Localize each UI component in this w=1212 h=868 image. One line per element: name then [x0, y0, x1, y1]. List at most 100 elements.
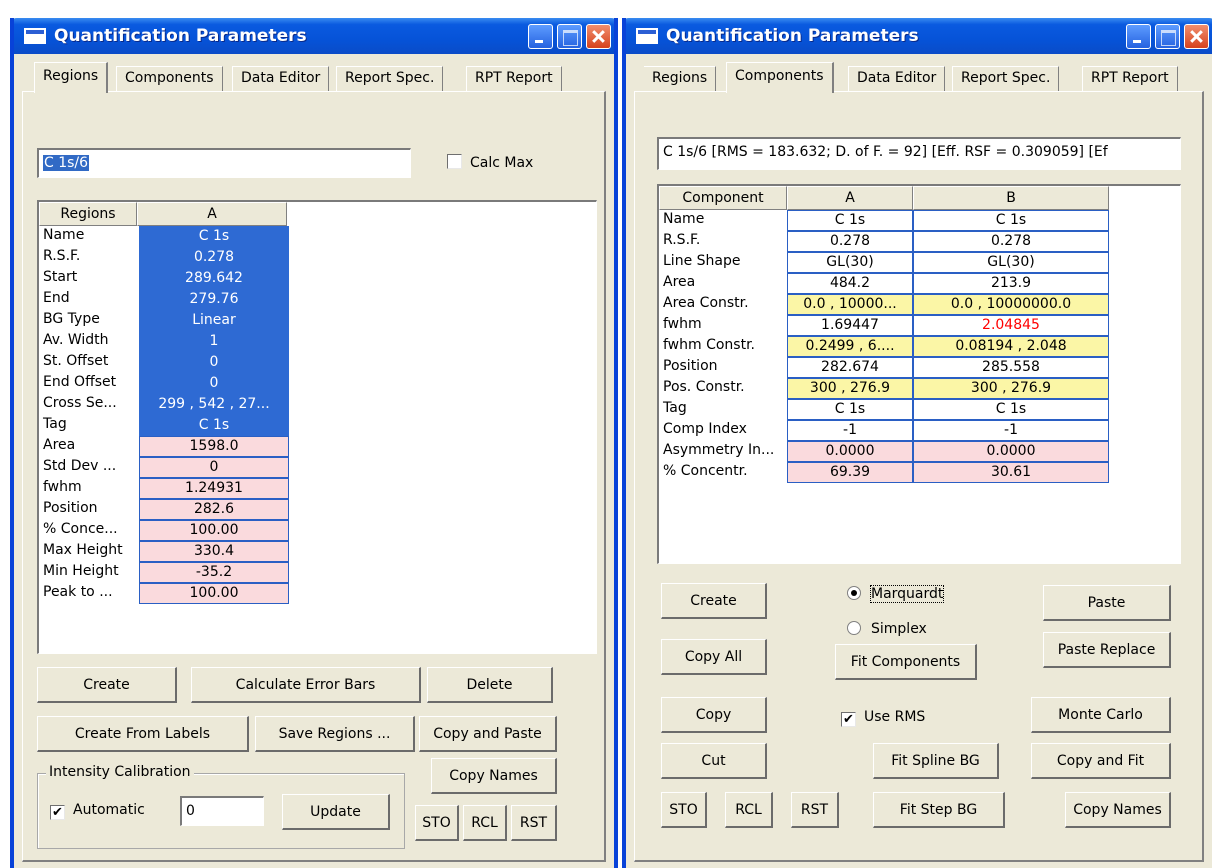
cell-b[interactable]: 30.61 [913, 462, 1109, 483]
column-header-a[interactable]: A [787, 186, 913, 210]
monte-carlo-button[interactable]: Monte Carlo [1031, 697, 1171, 733]
value-cell[interactable]: 1598.0 [139, 436, 289, 457]
value-cell[interactable]: C 1s [139, 226, 289, 247]
close-button[interactable] [586, 24, 611, 49]
tab-regions[interactable]: Regions [644, 66, 717, 92]
fit-components-button[interactable]: Fit Components [835, 644, 977, 680]
marquardt-radio[interactable]: Marquardt [847, 585, 945, 603]
column-header-a[interactable]: A [137, 202, 287, 226]
calibration-input[interactable]: 0 [180, 796, 264, 826]
fit-step-bg-button[interactable]: Fit Step BG [873, 792, 1005, 828]
delete-button[interactable]: Delete [427, 667, 553, 703]
value-cell[interactable]: -35.2 [139, 562, 289, 583]
cell-a[interactable]: 1.69447 [787, 315, 913, 336]
title-bar[interactable]: Quantification Parameters [14, 18, 614, 54]
components-grid[interactable]: Component A B Name C 1s C 1s R.S.F. 0.278 0.2… [657, 184, 1181, 564]
calc-max-checkbox[interactable]: Calc Max [447, 154, 533, 171]
region-name-field[interactable]: C 1s/6 [37, 148, 411, 178]
value-cell[interactable]: 100.00 [139, 520, 289, 541]
value-cell[interactable]: 1 [139, 331, 289, 352]
column-header-b[interactable]: B [913, 186, 1109, 210]
cell-b[interactable]: C 1s [913, 399, 1109, 420]
simplex-radio-dot[interactable] [847, 621, 861, 635]
cell-a[interactable]: 484.2 [787, 273, 913, 294]
use-rms-checkbox[interactable]: ✔ Use RMS [841, 709, 925, 727]
marquardt-radio-dot[interactable] [847, 586, 861, 600]
value-cell[interactable]: 330.4 [139, 541, 289, 562]
column-header-component[interactable]: Component [659, 186, 787, 210]
title-bar[interactable]: Quantification Parameters [626, 18, 1212, 54]
value-cell[interactable]: 100.00 [139, 583, 289, 604]
value-cell[interactable]: 279.76 [139, 289, 289, 310]
copy-names-button[interactable]: Copy Names [431, 758, 557, 794]
tab-rpt-report[interactable]: RPT Report [1082, 66, 1178, 92]
cell-a[interactable]: 69.39 [787, 462, 913, 483]
rst-button[interactable]: RST [511, 805, 557, 841]
tab-data-editor[interactable]: Data Editor [232, 66, 330, 92]
cell-a[interactable]: C 1s [787, 210, 913, 231]
create-button[interactable]: Create [661, 583, 767, 619]
copy-names-button[interactable]: Copy Names [1065, 792, 1171, 828]
value-cell[interactable]: 0 [139, 457, 289, 478]
copy-and-paste-button[interactable]: Copy and Paste [419, 716, 557, 752]
tab-components[interactable]: Components [116, 66, 223, 92]
create-from-labels-button[interactable]: Create From Labels [37, 716, 249, 752]
save-regions-button[interactable]: Save Regions ... [255, 716, 415, 752]
value-cell[interactable]: 0 [139, 352, 289, 373]
regions-grid[interactable]: Regions A Name C 1s R.S.F. 0.278 Start 289.64… [37, 200, 597, 654]
value-cell[interactable]: 0.278 [139, 247, 289, 268]
cell-b[interactable]: 0.278 [913, 231, 1109, 252]
maximize-button[interactable] [1155, 24, 1180, 49]
rcl-button[interactable]: RCL [725, 792, 773, 828]
tab-report-spec[interactable]: Report Spec. [952, 66, 1060, 92]
cell-b[interactable]: 213.9 [913, 273, 1109, 294]
create-button[interactable]: Create [37, 667, 177, 703]
calculate-error-bars-button[interactable]: Calculate Error Bars [191, 667, 421, 703]
minimize-button[interactable] [528, 24, 553, 49]
cell-a[interactable]: 282.674 [787, 357, 913, 378]
cell-b[interactable]: 0.0 , 10000000.0 [913, 294, 1109, 315]
tab-report-spec[interactable]: Report Spec. [336, 66, 444, 92]
cell-a[interactable]: 0.278 [787, 231, 913, 252]
value-cell[interactable]: 282.6 [139, 499, 289, 520]
component-info-field[interactable]: C 1s/6 [RMS = 183.632; D. of F. = 92] [E… [657, 137, 1181, 170]
cell-a[interactable]: 0.0000 [787, 441, 913, 462]
calc-max-box[interactable] [447, 154, 462, 169]
automatic-checkbox[interactable]: ✔ Automatic [50, 802, 145, 820]
value-cell[interactable]: 299 , 542 , 27... [139, 394, 289, 415]
tab-rpt-report[interactable]: RPT Report [466, 66, 562, 92]
copy-button[interactable]: Copy [661, 697, 767, 733]
paste-replace-button[interactable]: Paste Replace [1043, 632, 1171, 668]
cell-b[interactable]: 2.04845 [913, 315, 1109, 336]
rcl-button[interactable]: RCL [463, 805, 507, 841]
cell-a[interactable]: 300 , 276.9 [787, 378, 913, 399]
cell-a[interactable]: 0.2499 , 6.... [787, 336, 913, 357]
paste-button[interactable]: Paste [1043, 585, 1171, 621]
cell-b[interactable]: GL(30) [913, 252, 1109, 273]
value-cell[interactable]: 0 [139, 373, 289, 394]
cell-b[interactable]: 0.0000 [913, 441, 1109, 462]
minimize-button[interactable] [1126, 24, 1151, 49]
cell-b[interactable]: 0.08194 , 2.048 [913, 336, 1109, 357]
automatic-check-icon[interactable]: ✔ [50, 805, 65, 820]
cell-a[interactable]: 0.0 , 10000... [787, 294, 913, 315]
cell-b[interactable]: 300 , 276.9 [913, 378, 1109, 399]
copy-all-button[interactable]: Copy All [661, 639, 767, 675]
maximize-button[interactable] [557, 24, 582, 49]
copy-and-fit-button[interactable]: Copy and Fit [1031, 743, 1171, 779]
tab-data-editor[interactable]: Data Editor [848, 66, 946, 92]
cell-b[interactable]: 285.558 [913, 357, 1109, 378]
value-cell[interactable]: 1.24931 [139, 478, 289, 499]
value-cell[interactable]: Linear [139, 310, 289, 331]
cut-button[interactable]: Cut [661, 743, 767, 779]
sto-button[interactable]: STO [661, 792, 707, 828]
tab-components[interactable]: Components [726, 62, 834, 93]
cell-a[interactable]: -1 [787, 420, 913, 441]
simplex-radio[interactable]: Simplex [847, 621, 927, 637]
fit-spline-bg-button[interactable]: Fit Spline BG [873, 743, 999, 779]
close-button[interactable] [1184, 24, 1209, 49]
tab-regions[interactable]: Regions [34, 62, 109, 93]
use-rms-check-icon[interactable]: ✔ [841, 712, 856, 727]
cell-b[interactable]: -1 [913, 420, 1109, 441]
cell-b[interactable]: C 1s [913, 210, 1109, 231]
